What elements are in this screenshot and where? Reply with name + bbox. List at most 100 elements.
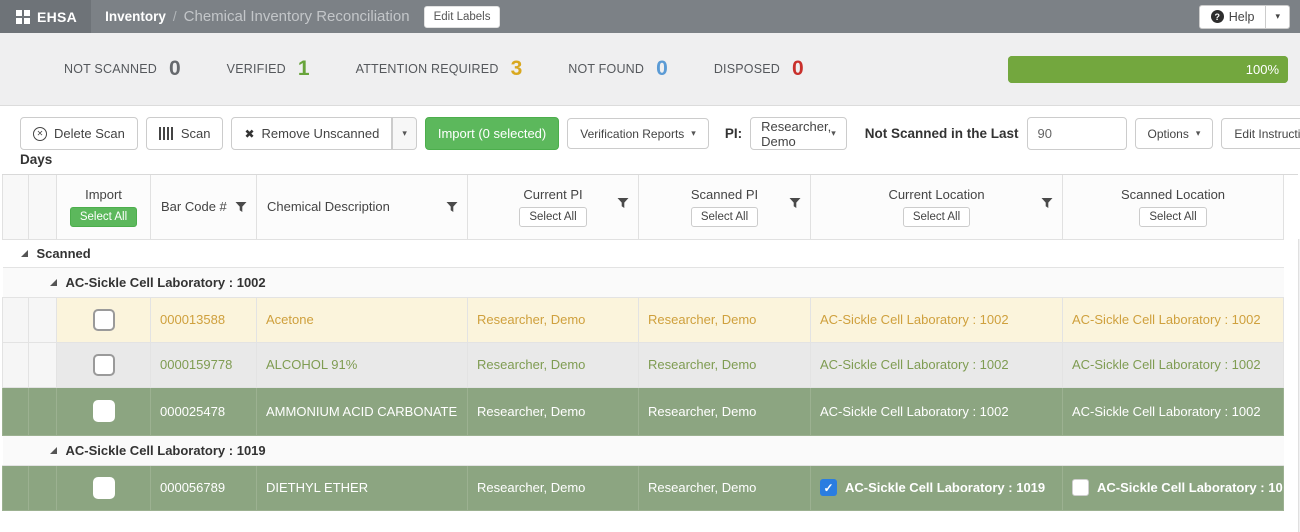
indent-cell xyxy=(29,342,57,387)
column-header-current-location[interactable]: Current Location Select All xyxy=(811,175,1063,239)
scanned-location-cell: AC-Sickle Cell Laboratory : 1002 xyxy=(1063,465,1284,510)
column-label: Chemical Description xyxy=(267,199,390,214)
column-header-current-pi[interactable]: Current PI Select All xyxy=(468,175,639,239)
chevron-down-icon: ▾ xyxy=(1275,11,1280,21)
grid-header-row: Import Select All Bar Code # Chemical De… xyxy=(3,175,1284,239)
barcode-cell: 000013588 xyxy=(151,297,257,342)
counter-value: 1 xyxy=(298,57,310,81)
indent-cell xyxy=(29,297,57,342)
current-pi-cell: Researcher, Demo xyxy=(468,387,639,435)
barcode-icon xyxy=(159,127,174,140)
column-label: Scanned PI xyxy=(691,187,758,202)
scanned-pi-select-all-button[interactable]: Select All xyxy=(691,207,758,227)
pi-select[interactable]: Researcher, Demo ▾ xyxy=(750,117,847,150)
column-label: Bar Code # xyxy=(161,199,227,214)
main-panel: ✕ Delete Scan Scan ✖ Remove Unscanned ▾ … xyxy=(0,105,1300,532)
counter-attention-required: ATTENTION REQUIRED 3 xyxy=(356,57,523,81)
filter-icon[interactable] xyxy=(446,201,458,213)
import-checkbox[interactable] xyxy=(93,309,115,331)
current-location-cell: AC-Sickle Cell Laboratory : 1002 xyxy=(811,297,1063,342)
scanned-pi-cell: Researcher, Demo xyxy=(639,297,811,342)
group-row-scanned[interactable]: Scanned xyxy=(3,239,1284,267)
scanned-pi-cell: Researcher, Demo xyxy=(639,387,811,435)
group-row-lab-1019[interactable]: AC-Sickle Cell Laboratory : 1019 xyxy=(3,435,1284,465)
help-icon: ? xyxy=(1211,10,1224,23)
options-button[interactable]: Options ▾ xyxy=(1135,118,1214,149)
delete-scan-button[interactable]: ✕ Delete Scan xyxy=(20,117,138,150)
import-checkbox[interactable] xyxy=(93,400,115,422)
help-dropdown-button[interactable]: ▾ xyxy=(1266,5,1290,29)
scanned-pi-cell: Researcher, Demo xyxy=(639,465,811,510)
chemical-cell: Acetone xyxy=(257,297,468,342)
group-row-lab-1002[interactable]: AC-Sickle Cell Laboratory : 1002 xyxy=(3,267,1284,297)
counter-value: 3 xyxy=(511,57,523,81)
column-header-barcode[interactable]: Bar Code # xyxy=(151,175,257,239)
remove-icon: ✖ xyxy=(244,127,254,141)
column-header-scanned-pi[interactable]: Scanned PI Select All xyxy=(639,175,811,239)
filter-icon[interactable] xyxy=(789,197,801,209)
help-label: Help xyxy=(1229,10,1255,24)
counter-not-scanned: NOT SCANNED 0 xyxy=(64,57,181,81)
import-cell xyxy=(57,387,151,435)
counter-label: NOT FOUND xyxy=(568,62,644,76)
current-location-label: AC-Sickle Cell Laboratory : 1019 xyxy=(845,480,1045,495)
current-location-select-all-button[interactable]: Select All xyxy=(903,207,970,227)
table-row-acetone[interactable]: 000013588 Acetone Researcher, Demo Resea… xyxy=(3,297,1284,342)
app-brand[interactable]: EHSA xyxy=(0,0,91,33)
filter-icon[interactable] xyxy=(617,197,629,209)
chemical-cell: AMMONIUM ACID CARBONATE xyxy=(257,387,468,435)
apps-grid-icon xyxy=(16,10,30,24)
not-scanned-days-input[interactable] xyxy=(1027,117,1127,150)
scanned-pi-cell: Researcher, Demo xyxy=(639,342,811,387)
page-title: Chemical Inventory Reconciliation xyxy=(184,8,410,25)
edit-instructions-button[interactable]: Edit Instructions xyxy=(1221,118,1300,149)
current-location-cell: ✓ AC-Sickle Cell Laboratory : 1019 xyxy=(811,465,1063,510)
filter-icon[interactable] xyxy=(1041,197,1053,209)
column-label: Current PI xyxy=(523,187,582,202)
import-button[interactable]: Import (0 selected) xyxy=(425,117,559,150)
breadcrumb-section[interactable]: Inventory xyxy=(105,9,166,24)
barcode-cell: 000056789 xyxy=(151,465,257,510)
scanned-location-checkbox-unchecked[interactable] xyxy=(1072,479,1089,496)
import-cell xyxy=(57,342,151,387)
counter-label: VERIFIED xyxy=(227,62,286,76)
current-pi-select-all-button[interactable]: Select All xyxy=(519,207,586,227)
remove-unscanned-button[interactable]: ✖ Remove Unscanned xyxy=(231,117,392,150)
counter-value: 0 xyxy=(169,57,181,81)
counter-value: 0 xyxy=(792,57,804,81)
current-location-cell: AC-Sickle Cell Laboratory : 1002 xyxy=(811,342,1063,387)
scan-button[interactable]: Scan xyxy=(146,117,224,150)
current-location-checkbox-checked[interactable]: ✓ xyxy=(820,479,837,496)
table-row-alcohol-91[interactable]: 0000159778 ALCOHOL 91% Researcher, Demo … xyxy=(3,342,1284,387)
chevron-down-icon: ▾ xyxy=(1196,128,1201,139)
indent-cell xyxy=(3,387,29,435)
scan-progress-value: 100% xyxy=(1008,56,1288,83)
counter-value: 0 xyxy=(656,57,668,81)
scanned-location-cell: AC-Sickle Cell Laboratory : 1002 xyxy=(1063,342,1284,387)
column-header-chemical-description[interactable]: Chemical Description xyxy=(257,175,468,239)
counter-label: NOT SCANNED xyxy=(64,62,157,76)
indent-cell xyxy=(29,387,57,435)
days-label: Days xyxy=(0,150,1300,171)
current-pi-cell: Researcher, Demo xyxy=(468,342,639,387)
edit-labels-button[interactable]: Edit Labels xyxy=(424,6,501,28)
scanned-location-label: AC-Sickle Cell Laboratory : 1002 xyxy=(1097,480,1284,495)
filter-icon[interactable] xyxy=(235,201,247,213)
verification-reports-button[interactable]: Verification Reports ▾ xyxy=(567,118,709,149)
collapse-triangle-icon[interactable] xyxy=(21,250,28,257)
import-checkbox[interactable] xyxy=(93,354,115,376)
scanned-location-select-all-button[interactable]: Select All xyxy=(1139,207,1206,227)
collapse-triangle-icon[interactable] xyxy=(50,279,57,286)
remove-unscanned-split-button: ✖ Remove Unscanned ▾ xyxy=(231,117,416,150)
import-select-all-button[interactable]: Select All xyxy=(70,207,137,227)
import-checkbox[interactable] xyxy=(93,477,115,499)
verification-reports-label: Verification Reports xyxy=(580,127,684,141)
column-header-scanned-location[interactable]: Scanned Location Select All xyxy=(1063,175,1284,239)
table-row-ammonium-acid-carbonate[interactable]: 000025478 AMMONIUM ACID CARBONATE Resear… xyxy=(3,387,1284,435)
table-row-diethyl-ether[interactable]: 000056789 DIETHYL ETHER Researcher, Demo… xyxy=(3,465,1284,510)
barcode-cell: 000025478 xyxy=(151,387,257,435)
toolbar: ✕ Delete Scan Scan ✖ Remove Unscanned ▾ … xyxy=(0,106,1300,150)
collapse-triangle-icon[interactable] xyxy=(50,447,57,454)
help-button[interactable]: ? Help xyxy=(1199,5,1267,29)
remove-unscanned-dropdown[interactable]: ▾ xyxy=(392,117,417,150)
